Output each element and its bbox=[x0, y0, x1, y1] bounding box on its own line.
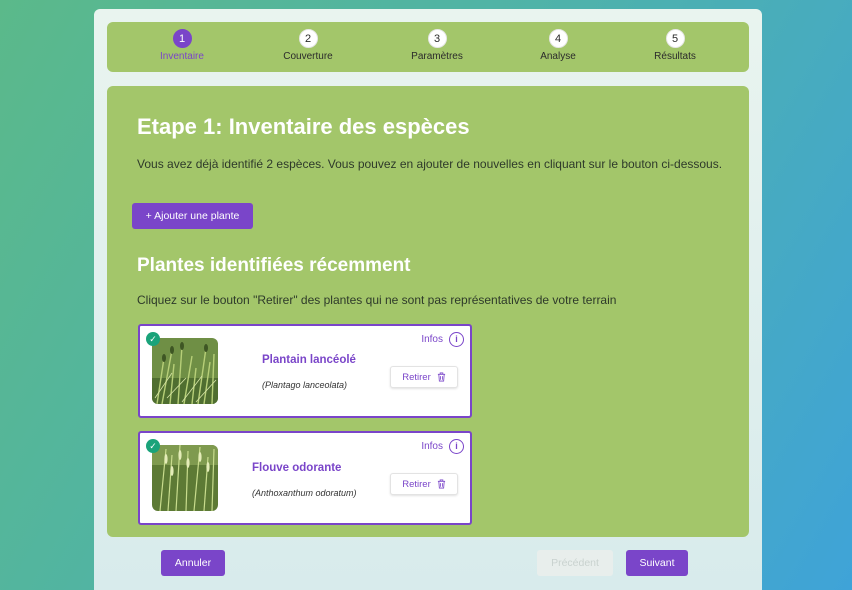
step-number: 1 bbox=[172, 29, 192, 48]
add-plant-button[interactable]: + Ajouter une plante bbox=[132, 203, 253, 229]
remove-label: Retirer bbox=[402, 478, 431, 490]
recent-plants-instructions: Cliquez sur le bouton "Retirer" des plan… bbox=[137, 293, 617, 307]
page-title: Etape 1: Inventaire des espèces bbox=[137, 114, 470, 139]
step-number: 3 bbox=[427, 29, 447, 48]
step-4[interactable]: 4 Analyse bbox=[513, 29, 603, 62]
step-label: Paramètres bbox=[411, 51, 463, 62]
plant-latin-name: (Plantago lanceolata) bbox=[262, 380, 348, 390]
check-icon: ✓ bbox=[146, 439, 160, 453]
remove-plant-button[interactable]: Retirer bbox=[390, 366, 458, 388]
next-button[interactable]: Suivant bbox=[626, 550, 688, 576]
step-2[interactable]: 2 Couverture bbox=[263, 29, 353, 62]
remove-plant-button[interactable]: Retirer bbox=[390, 473, 458, 495]
step-number: 4 bbox=[548, 29, 568, 48]
inventory-section: Etape 1: Inventaire des espèces Vous ave… bbox=[107, 86, 749, 537]
trash-icon bbox=[437, 479, 445, 489]
check-icon: ✓ bbox=[146, 332, 160, 346]
plant-card[interactable]: ✓ Plantain lancéolé (Plantago lanceolata… bbox=[138, 324, 472, 418]
wizard-panel: 1 Inventaire 2 Couverture 3 Paramètres 4… bbox=[94, 9, 762, 590]
step-5[interactable]: 5 Résultats bbox=[630, 29, 720, 62]
plant-image bbox=[152, 445, 218, 511]
plant-image bbox=[152, 338, 218, 404]
stepper: 1 Inventaire 2 Couverture 3 Paramètres 4… bbox=[107, 22, 749, 72]
plant-latin-name: (Anthoxanthum odoratum) bbox=[252, 488, 357, 498]
plant-common-name: Plantain lancéolé bbox=[262, 354, 356, 366]
step-number: 5 bbox=[665, 29, 685, 48]
trash-icon bbox=[437, 372, 445, 382]
plant-common-name: Flouve odorante bbox=[252, 462, 342, 474]
infos-link[interactable]: Infos i bbox=[421, 332, 464, 347]
info-icon[interactable]: i bbox=[449, 439, 464, 454]
infos-label: Infos bbox=[421, 334, 443, 345]
step-label: Couverture bbox=[283, 51, 333, 62]
cancel-button[interactable]: Annuler bbox=[161, 550, 225, 576]
remove-label: Retirer bbox=[402, 371, 431, 383]
step-label: Résultats bbox=[654, 51, 696, 62]
info-icon[interactable]: i bbox=[449, 332, 464, 347]
step-3[interactable]: 3 Paramètres bbox=[392, 29, 482, 62]
step-1[interactable]: 1 Inventaire bbox=[137, 29, 227, 62]
infos-link[interactable]: Infos i bbox=[421, 439, 464, 454]
infos-label: Infos bbox=[421, 441, 443, 452]
page-subtitle: Vous avez déjà identifié 2 espèces. Vous… bbox=[137, 157, 723, 171]
plant-card[interactable]: ✓ Flouve odorante (Anthoxanthum odoratum… bbox=[138, 431, 472, 525]
step-label: Analyse bbox=[540, 51, 576, 62]
recent-plants-title: Plantes identifiées récemment bbox=[137, 255, 411, 276]
step-number: 2 bbox=[298, 29, 318, 48]
step-label: Inventaire bbox=[160, 51, 204, 62]
previous-button[interactable]: Précédent bbox=[537, 550, 613, 576]
